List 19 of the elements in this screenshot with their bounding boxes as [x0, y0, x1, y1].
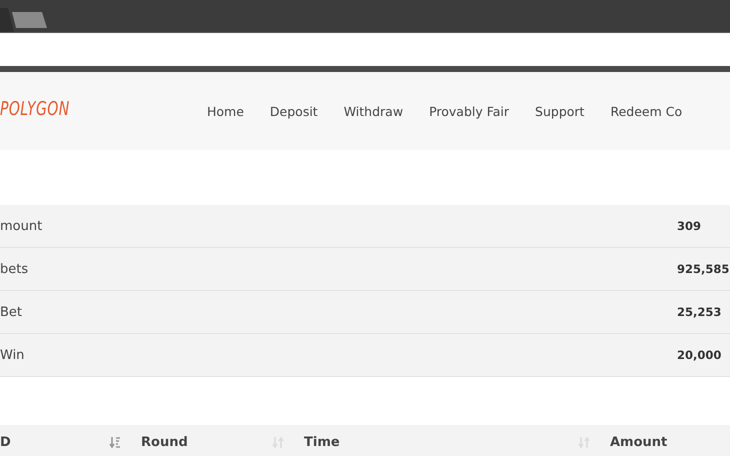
stat-label: Bet: [0, 304, 22, 320]
stat-value: 925,585: [677, 262, 730, 276]
stat-label: mount: [0, 218, 42, 234]
column-header[interactable]: Amount: [610, 434, 668, 450]
stat-value: 25,253: [677, 305, 722, 319]
stat-label: bets: [0, 262, 28, 276]
stat-value: 309: [677, 219, 702, 233]
nav-link[interactable]: Home: [207, 104, 244, 118]
column-header[interactable]: Time: [304, 434, 340, 450]
nav-link[interactable]: Provably Fair: [429, 104, 510, 118]
sort-icon[interactable]: [109, 436, 121, 448]
stat-label: Win: [0, 348, 24, 362]
nav-link[interactable]: Redeem Co: [610, 104, 682, 118]
nav-link[interactable]: Support: [535, 104, 584, 118]
column-header[interactable]: Round: [141, 434, 188, 450]
column-header[interactable]: D: [0, 434, 11, 450]
nav-link[interactable]: Withdraw: [344, 104, 404, 118]
stat-value: 20,000: [677, 348, 722, 362]
nav-link[interactable]: Deposit: [270, 104, 318, 118]
